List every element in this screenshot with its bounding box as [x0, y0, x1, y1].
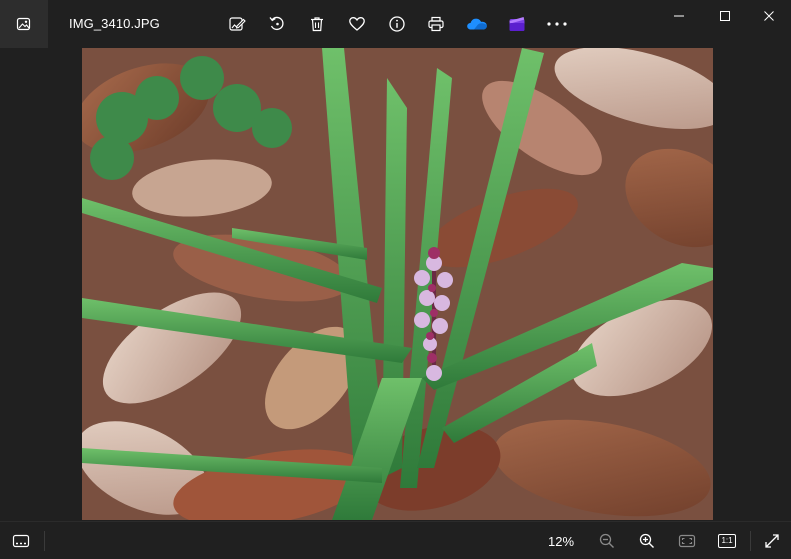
fullscreen-icon: [765, 534, 779, 548]
print-button[interactable]: [423, 11, 449, 37]
delete-icon: [311, 17, 323, 32]
file-info-button[interactable]: [384, 11, 410, 37]
rotate-icon: [269, 16, 284, 31]
image-viewport[interactable]: [0, 48, 791, 520]
delete-button[interactable]: [304, 11, 330, 37]
actual-size-button[interactable]: 1:1: [714, 529, 740, 553]
close-icon: [764, 11, 774, 21]
zoom-in-icon: [639, 533, 654, 548]
filmstrip-button[interactable]: [8, 529, 34, 553]
clipchamp-button[interactable]: [504, 11, 530, 37]
bottom-divider: [44, 531, 45, 551]
onedrive-button[interactable]: [464, 11, 490, 37]
maximize-button[interactable]: [702, 0, 748, 32]
maximize-icon: [720, 11, 730, 21]
close-button[interactable]: [746, 0, 791, 32]
zoom-level[interactable]: 12%: [548, 534, 574, 549]
more-options-button[interactable]: [544, 11, 570, 37]
actual-size-icon: 1:1: [718, 534, 736, 548]
photos-app-icon[interactable]: [0, 0, 48, 48]
bottom-divider-right: [750, 531, 751, 551]
actual-size-label: 1:1: [721, 536, 733, 545]
photo: [82, 48, 713, 520]
rotate-button[interactable]: [264, 11, 290, 37]
fit-to-window-icon: [678, 534, 696, 548]
zoom-out-icon: [599, 533, 614, 548]
bottom-bar: 12% 1:1: [0, 521, 791, 559]
fullscreen-button[interactable]: [759, 529, 785, 553]
edit-image-icon: [229, 17, 246, 31]
filmstrip-icon: [12, 534, 30, 548]
edit-image-button[interactable]: [224, 11, 250, 37]
clipchamp-icon: [509, 17, 525, 31]
minimize-button[interactable]: [656, 0, 702, 32]
fit-to-window-button[interactable]: [674, 529, 700, 553]
onedrive-icon: [467, 18, 487, 30]
print-icon: [428, 16, 444, 32]
more-options-icon: [547, 22, 567, 26]
file-name: IMG_3410.JPG: [69, 16, 160, 31]
minimize-icon: [674, 15, 684, 17]
favorite-button[interactable]: [344, 11, 370, 37]
zoom-out-button[interactable]: [594, 529, 620, 553]
heart-icon: [349, 17, 365, 31]
title-bar: IMG_3410.JPG: [0, 0, 791, 48]
info-icon: [389, 16, 405, 32]
zoom-in-button[interactable]: [634, 529, 660, 553]
